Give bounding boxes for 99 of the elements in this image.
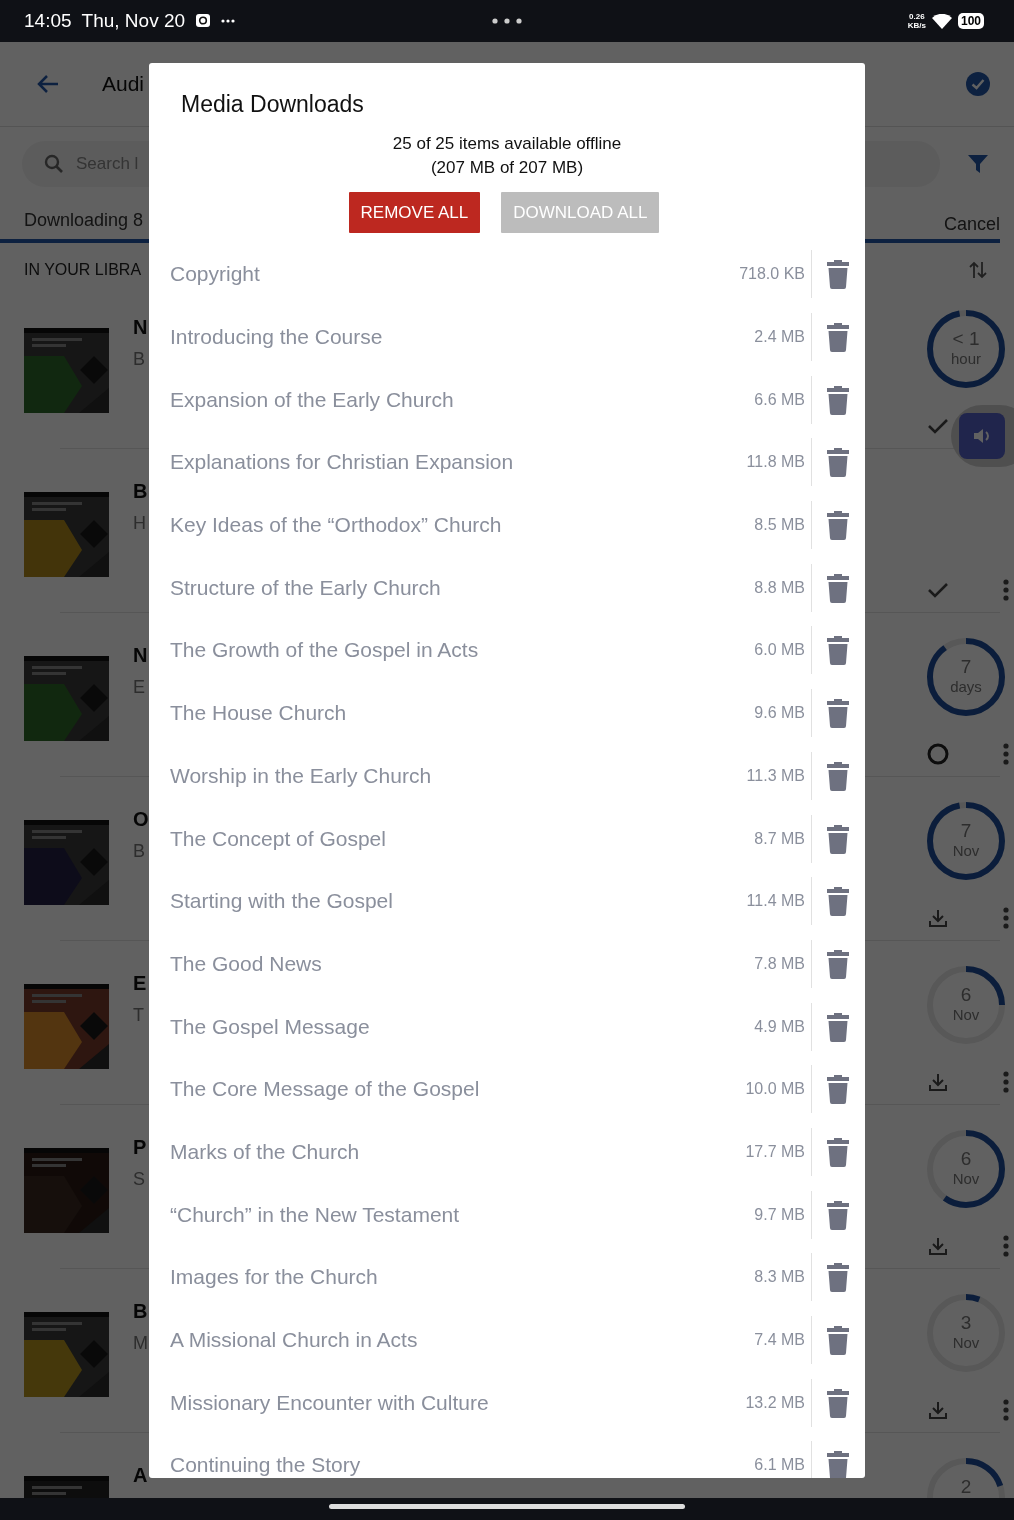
- lesson-title: Starting with the Gospel: [170, 889, 394, 914]
- lesson-title: The House Church: [170, 701, 348, 726]
- filter-icon[interactable]: [968, 155, 988, 173]
- file-size: 9.7 MB: [754, 1205, 806, 1224]
- trash-icon[interactable]: [811, 751, 850, 800]
- more-icon[interactable]: [492, 18, 522, 24]
- trash-icon[interactable]: [811, 1378, 850, 1427]
- course-title[interactable]: A: [133, 1464, 148, 1487]
- file-size: 8.3 MB: [754, 1268, 806, 1287]
- lesson-title: “Church” in the New Testament: [170, 1202, 461, 1227]
- trash-icon[interactable]: [811, 814, 850, 863]
- tab[interactable]: Downloading 8: [24, 210, 144, 239]
- file-size: 6.0 MB: [754, 641, 806, 660]
- offline-summary: 25 of 25 items available offline: [392, 133, 622, 155]
- file-size: 9.6 MB: [754, 704, 806, 723]
- trash-icon[interactable]: [811, 1316, 850, 1365]
- trash-icon[interactable]: [811, 501, 850, 550]
- size-summary: (207 MB of 207 MB): [430, 157, 584, 179]
- file-size: 11.4 MB: [746, 892, 806, 911]
- speed-unit: KB/s: [907, 21, 926, 30]
- course-title[interactable]: O: [133, 808, 149, 831]
- lesson-title: The Good News: [170, 951, 323, 976]
- home-indicator[interactable]: [329, 1503, 685, 1509]
- dialog-title: Media Downloads: [180, 90, 365, 118]
- lesson-title: Worship in the Early Church: [170, 763, 433, 788]
- download-icon[interactable]: [928, 908, 948, 928]
- trash-icon[interactable]: [811, 375, 850, 424]
- file-size: 4.9 MB: [754, 1017, 806, 1036]
- file-size: 11.8 MB: [746, 453, 806, 472]
- file-size: 8.8 MB: [754, 578, 806, 597]
- lesson-title: Expansion of the Early Church: [170, 387, 455, 412]
- course-title[interactable]: E: [133, 972, 147, 995]
- cancel-button[interactable]: Cancel: [943, 214, 1000, 239]
- lesson-title: Structure of the Early Church: [170, 575, 442, 600]
- lesson-title: The Concept of Gospel: [170, 826, 387, 851]
- search-icon: [44, 154, 64, 174]
- battery-level: 100: [957, 13, 984, 29]
- trash-icon[interactable]: [811, 689, 850, 738]
- trash-icon[interactable]: [811, 250, 850, 299]
- file-size: 2.4 MB: [754, 328, 806, 347]
- clock: 14:05: [24, 10, 72, 32]
- course-title[interactable]: B: [133, 480, 148, 503]
- trash-icon[interactable]: [811, 1441, 850, 1478]
- lesson-title: Explanations for Christian Expansion: [170, 450, 515, 475]
- lesson-title: Marks of the Church: [170, 1139, 361, 1164]
- check-icon: [928, 582, 948, 598]
- file-size: 8.7 MB: [754, 829, 806, 848]
- accessibility-button[interactable]: [951, 405, 1014, 467]
- date: Thu, Nov 20: [81, 10, 186, 32]
- lesson-title: Introducing the Course: [170, 325, 384, 350]
- spinner-icon: [927, 743, 949, 765]
- trash-icon[interactable]: [811, 313, 850, 362]
- trash-icon[interactable]: [811, 1190, 850, 1239]
- remove-all-button[interactable]: REMOVE ALL: [348, 192, 481, 233]
- course-title[interactable]: N: [133, 316, 148, 339]
- file-size: 7.8 MB: [754, 954, 806, 973]
- file-size: 8.5 MB: [754, 516, 806, 535]
- trash-icon[interactable]: [811, 563, 850, 612]
- file-size: 17.7 MB: [745, 1142, 806, 1161]
- check-icon: [928, 418, 948, 434]
- file-size: 6.1 MB: [754, 1456, 806, 1475]
- file-size: 6.6 MB: [754, 390, 806, 409]
- sort-icon[interactable]: [968, 260, 988, 280]
- speaker-icon: [959, 413, 1005, 459]
- wifi-icon: [931, 13, 952, 29]
- back-icon[interactable]: [36, 74, 60, 94]
- lesson-title: Missionary Encounter with Culture: [170, 1390, 490, 1415]
- file-size: 10.0 MB: [745, 1080, 806, 1099]
- network-speed: 0.26: [909, 12, 925, 21]
- course-title[interactable]: P: [133, 1136, 147, 1159]
- trash-icon[interactable]: [811, 877, 850, 926]
- lesson-title: The Growth of the Gospel in Acts: [170, 638, 480, 663]
- download-icon[interactable]: [928, 1072, 948, 1092]
- more-icon: [221, 19, 236, 23]
- lesson-title: A Missional Church in Acts: [170, 1328, 419, 1353]
- lesson-title: Continuing the Story: [170, 1453, 362, 1478]
- trash-icon[interactable]: [811, 1002, 850, 1051]
- lesson-title: Copyright: [170, 262, 261, 287]
- lesson-title: Key Ideas of the “Orthodox” Church: [170, 513, 503, 538]
- page-title: Audi: [102, 72, 145, 96]
- course-title[interactable]: N: [133, 644, 148, 667]
- trash-icon[interactable]: [811, 1253, 850, 1302]
- file-size: 718.0 KB: [739, 265, 806, 284]
- file-size: 7.4 MB: [754, 1331, 806, 1350]
- file-size: 11.3 MB: [746, 766, 806, 785]
- lesson-title: The Gospel Message: [170, 1014, 371, 1039]
- check-circle-icon[interactable]: [966, 72, 990, 96]
- trash-icon[interactable]: [811, 1065, 850, 1114]
- trash-icon[interactable]: [811, 438, 850, 487]
- file-size: 13.2 MB: [745, 1393, 806, 1412]
- trash-icon[interactable]: [811, 939, 850, 988]
- section-heading: IN YOUR LIBRA: [24, 261, 142, 279]
- lesson-title: Images for the Church: [170, 1265, 379, 1290]
- download-icon[interactable]: [928, 1236, 948, 1256]
- trash-icon[interactable]: [811, 1127, 850, 1176]
- course-title[interactable]: B: [133, 1300, 148, 1323]
- trash-icon[interactable]: [811, 626, 850, 675]
- lesson-title: The Core Message of the Gospel: [170, 1077, 481, 1102]
- download-icon[interactable]: [928, 1400, 948, 1420]
